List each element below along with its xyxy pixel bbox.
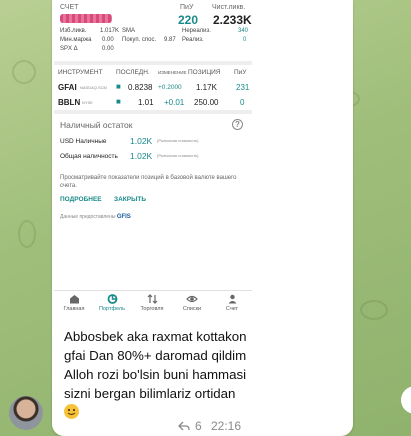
tab-label: Списки	[182, 306, 202, 312]
column-pnl[interactable]: ПиУ	[234, 69, 246, 76]
metric-label: Реализ.	[182, 37, 204, 43]
column-position[interactable]: ПОЗИЦИЯ	[188, 69, 221, 76]
smiling-face-emoji	[64, 404, 79, 419]
metric-label: Мин.маржа	[60, 37, 92, 43]
cash-row: Общая наличность 1.02K (Рыночная стоимос…	[60, 151, 250, 163]
column-change[interactable]: ИЗМЕНЕНИЕ	[158, 70, 186, 75]
portfolio-icon	[107, 294, 117, 304]
metric-value: 0.00	[102, 37, 114, 43]
tab-label: Торговля	[140, 306, 164, 312]
net-liquidity-label: Чист.ликв.	[212, 4, 246, 11]
metric-label: Нереализ.	[182, 28, 211, 34]
cash-row-label: USD Наличные	[60, 138, 107, 145]
trade-icon	[147, 294, 157, 304]
position-last: 0.8238	[128, 83, 153, 92]
close-link[interactable]: ЗАКРЫТЬ	[114, 196, 146, 203]
position-change: +0.01	[164, 98, 185, 107]
cash-row-value: 1.02K	[130, 136, 153, 146]
metric-value: 9.87	[164, 37, 176, 43]
cash-row: USD Наличные 1.02K (Рыночная стоимость)	[60, 136, 250, 148]
column-instrument[interactable]: ИНСТРУМЕНТ	[58, 69, 103, 76]
metric-row: Изб.ликв. 1.017K SMA Нереализ. 340	[60, 28, 248, 37]
position-indicator-icon: ■	[116, 82, 121, 91]
position-last: 1.01	[138, 98, 154, 107]
metric-label: Покуп. спос.	[122, 37, 157, 43]
pnl-value: 220	[178, 13, 199, 27]
position-exchange: NYSE	[82, 100, 93, 105]
account-header: СЧЕТ ПиУ 220 Чист.ликв. 2.233K	[58, 2, 252, 27]
metric-value: 0.00	[102, 46, 114, 52]
tab-trade[interactable]: Торговля	[132, 294, 172, 312]
divider	[54, 110, 252, 114]
net-liquidity-value: 2.233K	[213, 13, 252, 27]
more-details-link[interactable]: ПОДРОБНЕЕ	[60, 196, 102, 203]
tab-home[interactable]: Главная	[54, 294, 94, 312]
position-row-bbln[interactable]: BBLN NYSE ■ 1.01 +0.01 250.00 0	[54, 95, 252, 109]
forwarded-icon	[178, 421, 190, 431]
divider	[54, 61, 252, 65]
cash-row-label: Общая наличность	[60, 153, 118, 160]
data-provider: Данные предоставлены GFIS	[60, 214, 131, 220]
cash-row-value: 1.02K	[130, 151, 153, 161]
positions-table-header: ИНСТРУМЕНТ ПОСЛЕДН. ИЗМЕНЕНИЕ ПОЗИЦИЯ Пи…	[54, 66, 252, 78]
tab-label: Главная	[63, 306, 85, 312]
cash-row-note: (Рыночная стоимость)	[157, 153, 199, 158]
position-pnl: 231	[236, 83, 250, 92]
position-exchange: NASDAQ.SCM	[80, 85, 107, 90]
wallpaper-doodle	[12, 60, 36, 84]
account-metrics: Изб.ликв. 1.017K SMA Нереализ. 340 Мин.м…	[60, 28, 248, 55]
message-text-block: Abbosbek aka raxmat kottakon gfai Dan 80…	[64, 327, 254, 422]
position-size: 1.17K	[196, 83, 217, 92]
bottom-tab-bar: Главная Портфель Торговля Списки Счет	[54, 290, 252, 322]
provider-name: GFIS	[116, 214, 131, 220]
tab-portfolio[interactable]: Портфель	[92, 294, 132, 312]
position-symbol: BBLN	[58, 98, 81, 107]
sender-avatar[interactable]	[9, 396, 43, 430]
tab-watchlists[interactable]: Списки	[172, 294, 212, 312]
share-button[interactable]	[401, 386, 411, 414]
position-indicator-icon: ■	[116, 97, 121, 106]
view-count: 6	[195, 419, 202, 433]
position-change: +0.2000	[158, 84, 182, 91]
home-icon	[69, 295, 79, 304]
cash-balance-title: Наличный остаток	[60, 120, 133, 130]
metric-label: SMA	[122, 28, 136, 34]
eye-icon	[186, 295, 198, 303]
metric-label: SPX Δ	[60, 46, 78, 52]
position-pnl: 0	[240, 98, 245, 107]
message-time: 22:16	[211, 419, 242, 433]
message-text: Abbosbek aka raxmat kottakon gfai Dan 80…	[64, 329, 247, 401]
tab-label: Счет	[225, 306, 239, 312]
metric-value: 340	[238, 28, 249, 34]
portfolio-screenshot: СЧЕТ ПиУ 220 Чист.ликв. 2.233K Изб.ликв.…	[54, 0, 252, 322]
position-row-gfai[interactable]: GFAI NASDAQ.SCM ■ 0.8238 +0.2000 1.17K 2…	[54, 80, 252, 94]
cash-row-note: (Рыночная стоимость)	[157, 138, 199, 143]
base-currency-note: Просматривайте показатели позиций в базо…	[60, 175, 237, 189]
tab-label: Портфель	[99, 306, 125, 312]
info-icon[interactable]: ?	[232, 119, 243, 130]
pnl-label: ПиУ	[180, 4, 194, 11]
tab-account[interactable]: Счет	[212, 294, 252, 312]
wallpaper-doodle	[360, 300, 388, 320]
position-size: 250.00	[194, 98, 219, 107]
position-symbol: GFAI	[58, 83, 77, 92]
column-last[interactable]: ПОСЛЕДН.	[116, 69, 150, 76]
account-number-redacted	[60, 14, 112, 23]
provider-label: Данные предоставлены	[60, 214, 116, 220]
metric-row: Мин.маржа 0.00 Покуп. спос. 9.87 Реализ.…	[60, 37, 248, 46]
metric-value: 1.017K	[100, 28, 120, 34]
metric-label: Изб.ликв.	[60, 28, 87, 34]
metric-value: 0	[243, 37, 247, 43]
account-icon	[228, 294, 236, 304]
wallpaper-doodle	[18, 220, 36, 248]
account-label: СЧЕТ	[60, 4, 79, 11]
metric-row: SPX Δ 0.00	[60, 46, 248, 55]
